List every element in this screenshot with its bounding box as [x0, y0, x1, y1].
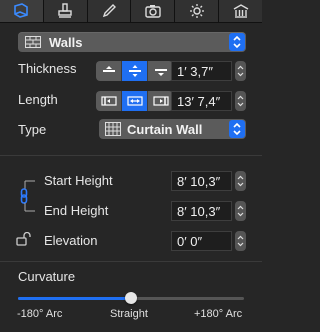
tab-camera[interactable]	[131, 0, 176, 22]
stepper-arrows-icon	[237, 95, 244, 107]
start-height-field[interactable]: 8′ 10,3″	[171, 171, 232, 191]
pencil-icon	[102, 4, 117, 18]
thickness-label: Thickness	[18, 61, 77, 76]
sun-icon	[189, 4, 204, 18]
length-align-center-button[interactable]	[122, 91, 148, 111]
length-align-start-button[interactable]	[96, 91, 122, 111]
curvature-label: Curvature	[18, 269, 76, 284]
align-middle-icon	[126, 96, 143, 106]
thickness-align-top-button[interactable]	[96, 61, 122, 81]
tab-building[interactable]	[219, 0, 262, 22]
curvature-slider[interactable]	[18, 292, 244, 304]
brick-wall-icon	[25, 35, 41, 49]
end-height-stepper[interactable]	[235, 201, 246, 221]
length-field[interactable]: 13′ 7,4″	[171, 91, 232, 111]
element-type-label: Walls	[49, 34, 83, 50]
thickness-field[interactable]: 1′ 3,7″	[171, 61, 232, 81]
section-divider	[0, 155, 262, 156]
stepper-arrows-icon	[237, 65, 244, 77]
building-icon	[233, 4, 248, 18]
popup-chevron-icon	[229, 120, 245, 138]
length-stepper[interactable]	[235, 91, 246, 111]
thickness-align-bottom-button[interactable]	[148, 61, 173, 81]
curvature-max-label: +180° Arc	[194, 308, 243, 320]
align-end-icon	[152, 96, 169, 106]
inspector-tab-bar	[0, 0, 262, 23]
align-start-icon	[100, 96, 117, 106]
thickness-align-center-button[interactable]	[122, 61, 148, 81]
curvature-min-label: -180° Arc	[17, 308, 63, 320]
start-height-label: Start Height	[44, 173, 113, 188]
thickness-stepper[interactable]	[235, 61, 246, 81]
end-height-label: End Height	[44, 203, 109, 218]
length-alignment-control	[96, 91, 173, 111]
align-top-icon	[102, 66, 115, 72]
popup-chevron-icon	[229, 33, 245, 51]
stepper-arrows-icon	[237, 175, 244, 187]
start-height-stepper[interactable]	[235, 171, 246, 191]
stepper-arrows-icon	[237, 205, 244, 217]
camera-icon	[145, 5, 161, 18]
elevation-field[interactable]: 0′ 0″	[171, 231, 232, 251]
element-type-popup[interactable]: Walls	[18, 32, 246, 52]
wall-type-popup[interactable]: Curtain Wall	[99, 119, 246, 139]
link-heights-icon[interactable]	[17, 177, 35, 215]
section-divider	[0, 261, 262, 262]
elevation-label: Elevation	[44, 233, 98, 248]
type-label: Type	[18, 122, 47, 137]
tab-sun[interactable]	[175, 0, 220, 22]
tab-wall-tool[interactable]	[0, 0, 44, 22]
curvature-slider-thumb[interactable]	[125, 292, 137, 304]
curvature-mid-label: Straight	[110, 308, 148, 320]
curvature-slider-fill	[18, 297, 131, 300]
stepper-arrows-icon	[237, 235, 244, 247]
end-height-field[interactable]: 8′ 10,3″	[171, 201, 232, 221]
tab-pencil[interactable]	[87, 0, 132, 22]
tab-stamp[interactable]	[43, 0, 88, 22]
unlock-icon[interactable]	[16, 232, 32, 246]
thickness-alignment-control	[96, 61, 173, 81]
wall-type-label: Curtain Wall	[127, 121, 203, 137]
grid-icon	[105, 122, 121, 136]
elevation-stepper[interactable]	[235, 231, 246, 251]
length-align-end-button[interactable]	[148, 91, 173, 111]
align-bottom-icon	[154, 69, 167, 76]
length-label: Length	[18, 92, 58, 107]
align-center-icon	[128, 65, 141, 77]
wall-tool-icon	[14, 3, 29, 18]
stamp-icon	[58, 3, 72, 18]
